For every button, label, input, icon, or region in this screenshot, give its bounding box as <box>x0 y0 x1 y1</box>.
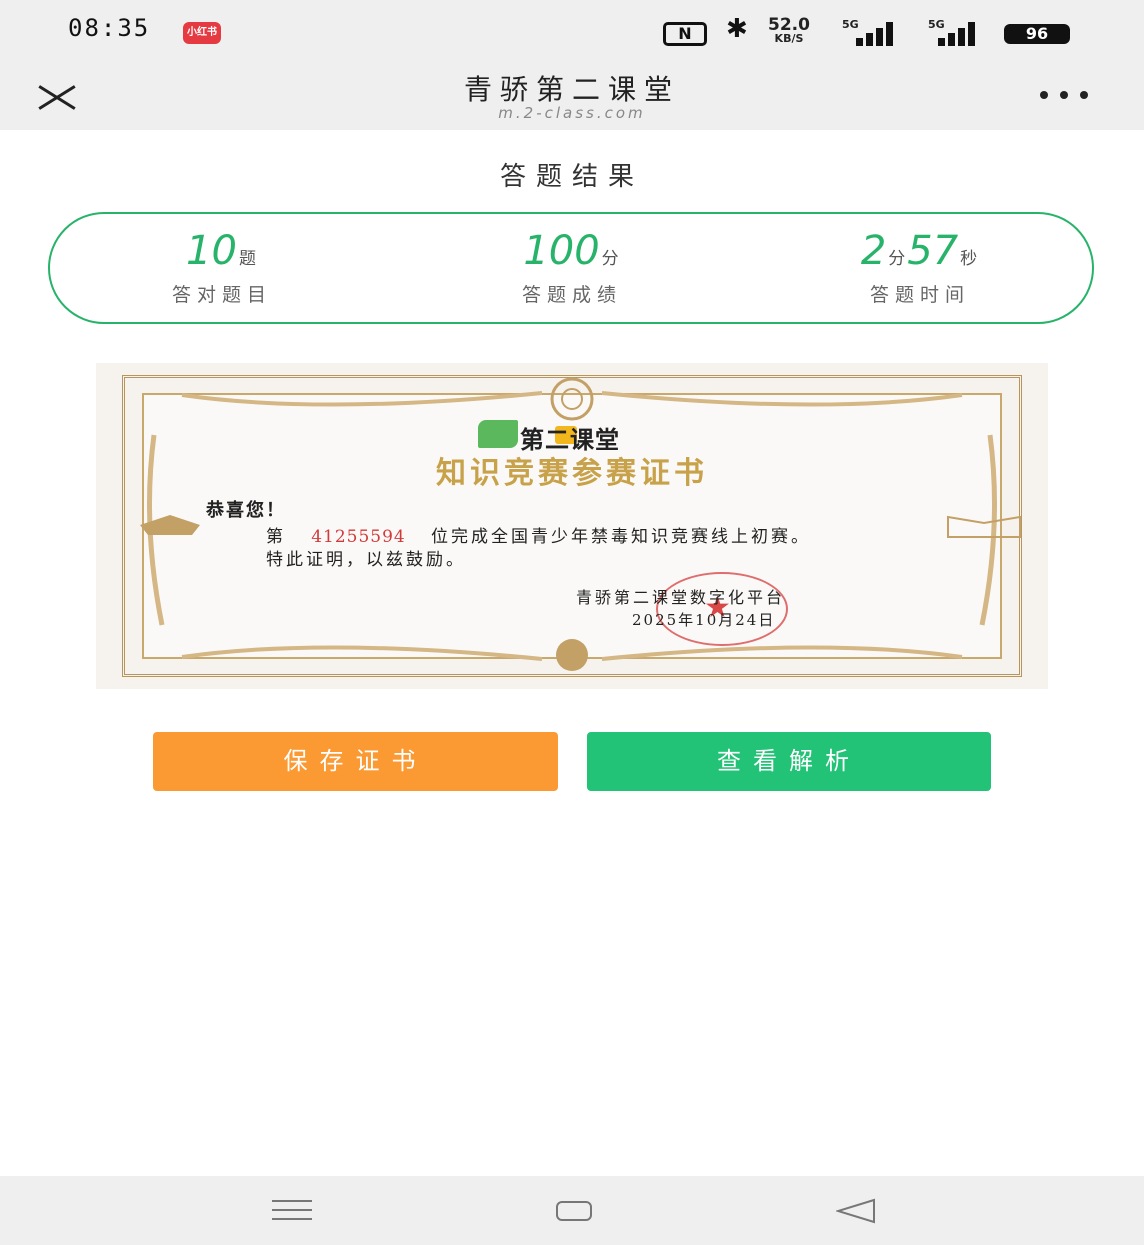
view-analysis-button[interactable]: 查看解析 <box>587 732 991 791</box>
result-title: 答题结果 <box>499 162 644 192</box>
certificate-date: 2025年10月24日 <box>632 611 776 629</box>
bluetooth-icon: ✱ <box>726 14 748 44</box>
certificate-title: 知识竞赛参赛证书 <box>436 456 708 491</box>
certificate-greeting: 恭喜您！ <box>206 500 286 521</box>
stat-score-value: 100 <box>523 228 600 274</box>
qingjiao-logo-icon <box>478 420 518 448</box>
signal-label: 5G <box>928 18 945 31</box>
stat-correct-unit: 题 <box>238 249 256 269</box>
stat-time: 2 分57 秒 答题时间 <box>770 228 1070 307</box>
close-icon[interactable] <box>34 78 80 118</box>
certificate-number: 41255594 <box>311 527 406 547</box>
save-certificate-button[interactable]: 保存证书 <box>153 732 558 791</box>
stat-correct: 10 题 答对题目 <box>72 228 372 307</box>
recent-apps-icon[interactable] <box>272 1200 312 1222</box>
certificate-line1: 第 41255594 位完成全国青少年禁毒知识竞赛线上初赛。 <box>266 522 811 547</box>
certificate-line2: 特此证明，以兹鼓励。 <box>266 550 466 570</box>
signal-icon: 5G <box>842 18 902 46</box>
page-title: 青骄第二课堂 <box>463 73 680 106</box>
stat-correct-value: 10 <box>186 228 237 274</box>
signal-icon: 5G <box>928 18 988 46</box>
stat-time-seconds: 57 <box>907 228 959 274</box>
certificate-issuer: 青骄第二课堂数字化平台 <box>576 588 786 607</box>
stat-score: 100 分 答题成绩 <box>422 228 722 307</box>
more-options-icon[interactable] <box>1036 84 1092 106</box>
certificate-line1-suffix: 位完成全国青少年禁毒知识竞赛线上初赛。 <box>430 527 811 547</box>
network-speed: 52.0 KB/S <box>768 17 810 46</box>
signal-label: 5G <box>842 18 859 31</box>
home-icon[interactable] <box>556 1201 592 1221</box>
back-icon[interactable] <box>836 1198 876 1224</box>
certificate-line1-prefix: 第 <box>266 527 286 547</box>
xiaohongshu-app-icon: 小红书 <box>183 22 221 44</box>
stat-time-label: 答题时间 <box>869 284 970 306</box>
stat-correct-label: 答对题目 <box>171 284 272 306</box>
stat-time-minutes: 2 <box>860 228 887 274</box>
stat-score-unit: 分 <box>601 249 619 269</box>
battery-icon: 96 <box>1004 24 1070 44</box>
stat-time-minutes-unit: 分 <box>888 249 906 269</box>
stat-score-label: 答题成绩 <box>521 284 622 306</box>
status-time: 08:35 <box>68 14 151 42</box>
stat-time-seconds-unit: 秒 <box>960 249 978 269</box>
page-url: m.2-class.com <box>498 104 646 122</box>
nfc-icon: N <box>663 22 707 46</box>
